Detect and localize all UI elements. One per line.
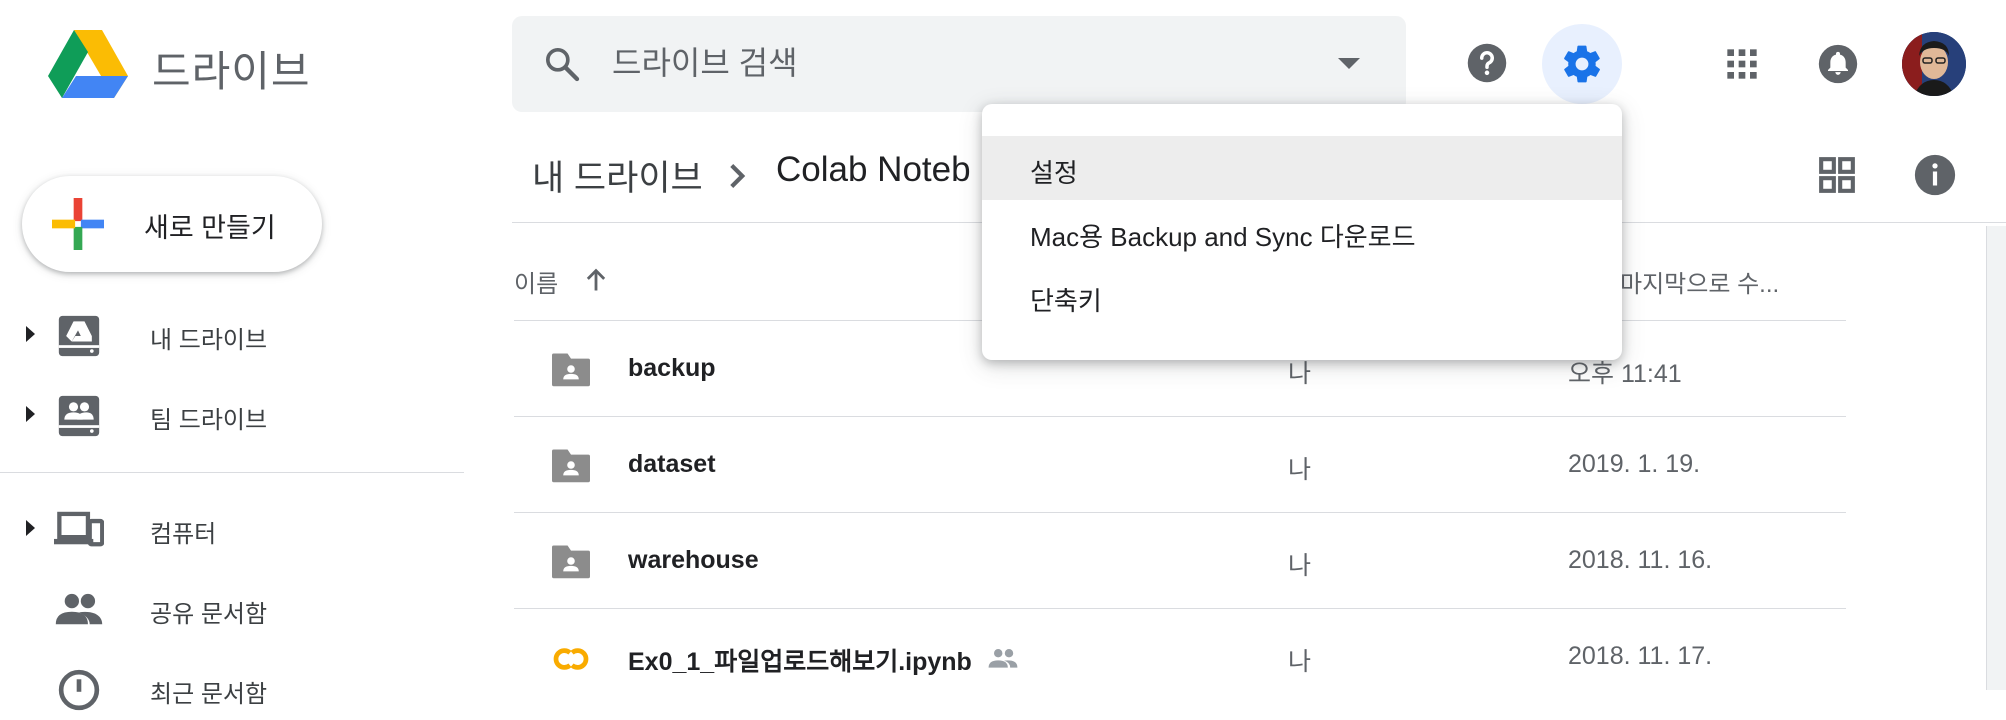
app-title: 드라이브 — [152, 48, 311, 95]
menu-item-download-backup-and-sync[interactable]: Mac용 Backup and Sync 다운로드 — [982, 200, 1622, 264]
sort-ascending-arrow-icon[interactable] — [582, 266, 610, 294]
row-divider — [514, 512, 1846, 513]
colab-icon — [553, 648, 589, 670]
new-button-label: 새로 만들기 — [144, 213, 276, 243]
settings-icon[interactable] — [1560, 42, 1604, 86]
menu-item-keyboard-shortcuts[interactable]: 단축키 — [982, 264, 1622, 328]
search-icon[interactable] — [542, 44, 582, 84]
notifications-icon[interactable] — [1818, 44, 1858, 84]
file-modified-date: 2019. 1. 19. — [1568, 450, 1701, 478]
sidebar-item-computers[interactable]: 컴퓨터 — [0, 496, 462, 560]
file-modified-date: 2018. 11. 16. — [1568, 546, 1713, 574]
menu-item-settings[interactable]: 설정 — [982, 136, 1622, 200]
team-drive-icon — [58, 395, 100, 437]
sidebar-item-label: 컴퓨터 — [150, 521, 217, 548]
row-divider — [514, 416, 1846, 417]
sidebar-item-label: 팀 드라이브 — [150, 407, 268, 434]
grid-view-icon[interactable] — [1818, 156, 1856, 194]
column-header-name[interactable]: 이름 — [514, 264, 558, 299]
apps-grid-icon[interactable] — [1726, 48, 1758, 80]
shared-people-icon — [988, 649, 1018, 668]
sidebar-item-team-drives[interactable]: 팀 드라이브 — [0, 382, 462, 446]
help-icon[interactable] — [1466, 42, 1508, 84]
shared-icon — [55, 593, 103, 625]
row-divider — [514, 608, 1846, 609]
file-name: warehouse — [628, 546, 759, 574]
menu-item-label: 설정 — [1030, 158, 1078, 188]
sidebar-item-label: 내 드라이브 — [150, 327, 268, 354]
shared-folder-icon — [552, 545, 590, 579]
scrollbar[interactable] — [1986, 226, 2006, 690]
expand-caret-icon[interactable] — [26, 326, 35, 342]
settings-menu: 설정 Mac용 Backup and Sync 다운로드 단축키 — [982, 104, 1622, 360]
file-name: Ex0_1_파일업로드해보기.ipynb — [628, 648, 972, 676]
file-modified-date: 2018. 11. 17. — [1568, 642, 1713, 670]
file-owner: 나 — [1288, 648, 1312, 676]
breadcrumb-root[interactable]: 내 드라이브 — [532, 150, 703, 201]
plus-icon — [52, 198, 104, 250]
sidebar-item-label: 공유 문서함 — [150, 601, 268, 628]
shared-folder-icon — [552, 353, 590, 387]
expand-caret-icon[interactable] — [26, 520, 35, 536]
sidebar-divider — [0, 472, 464, 473]
sidebar-item-label: 최근 문서함 — [150, 681, 268, 708]
my-drive-icon — [58, 315, 100, 357]
chevron-right-icon — [730, 164, 746, 188]
avatar-image — [1902, 32, 1966, 96]
menu-item-label: 단축키 — [1030, 286, 1102, 316]
table-row[interactable]: dataset 나 2019. 1. 19. — [514, 418, 1846, 512]
search-options-dropdown-icon[interactable] — [1338, 58, 1360, 69]
sidebar-item-shared-with-me[interactable]: 공유 문서함 — [0, 576, 462, 640]
google-drive-logo[interactable] — [48, 28, 128, 98]
info-icon[interactable] — [1914, 154, 1956, 196]
computers-icon — [54, 511, 104, 547]
file-name: backup — [628, 354, 716, 382]
file-name: dataset — [628, 450, 716, 478]
menu-item-label: Mac용 Backup and Sync 다운로드 — [1030, 222, 1416, 252]
table-row[interactable]: warehouse 나 2018. 11. 16. — [514, 514, 1846, 608]
file-owner: 나 — [1288, 456, 1312, 484]
sidebar-item-my-drive[interactable]: 내 드라이브 — [0, 302, 462, 366]
shared-folder-icon — [552, 449, 590, 483]
breadcrumb-current-folder[interactable]: Colab Noteb — [776, 150, 971, 190]
file-owner: 나 — [1288, 552, 1312, 580]
expand-caret-icon[interactable] — [26, 406, 35, 422]
search-input[interactable] — [612, 38, 1252, 88]
recent-icon — [58, 669, 100, 711]
user-avatar[interactable] — [1902, 32, 1966, 96]
column-header-last-modified[interactable]: 마지막으로 수... — [1620, 264, 1779, 299]
sidebar-item-recent[interactable]: 최근 문서함 — [0, 656, 462, 720]
